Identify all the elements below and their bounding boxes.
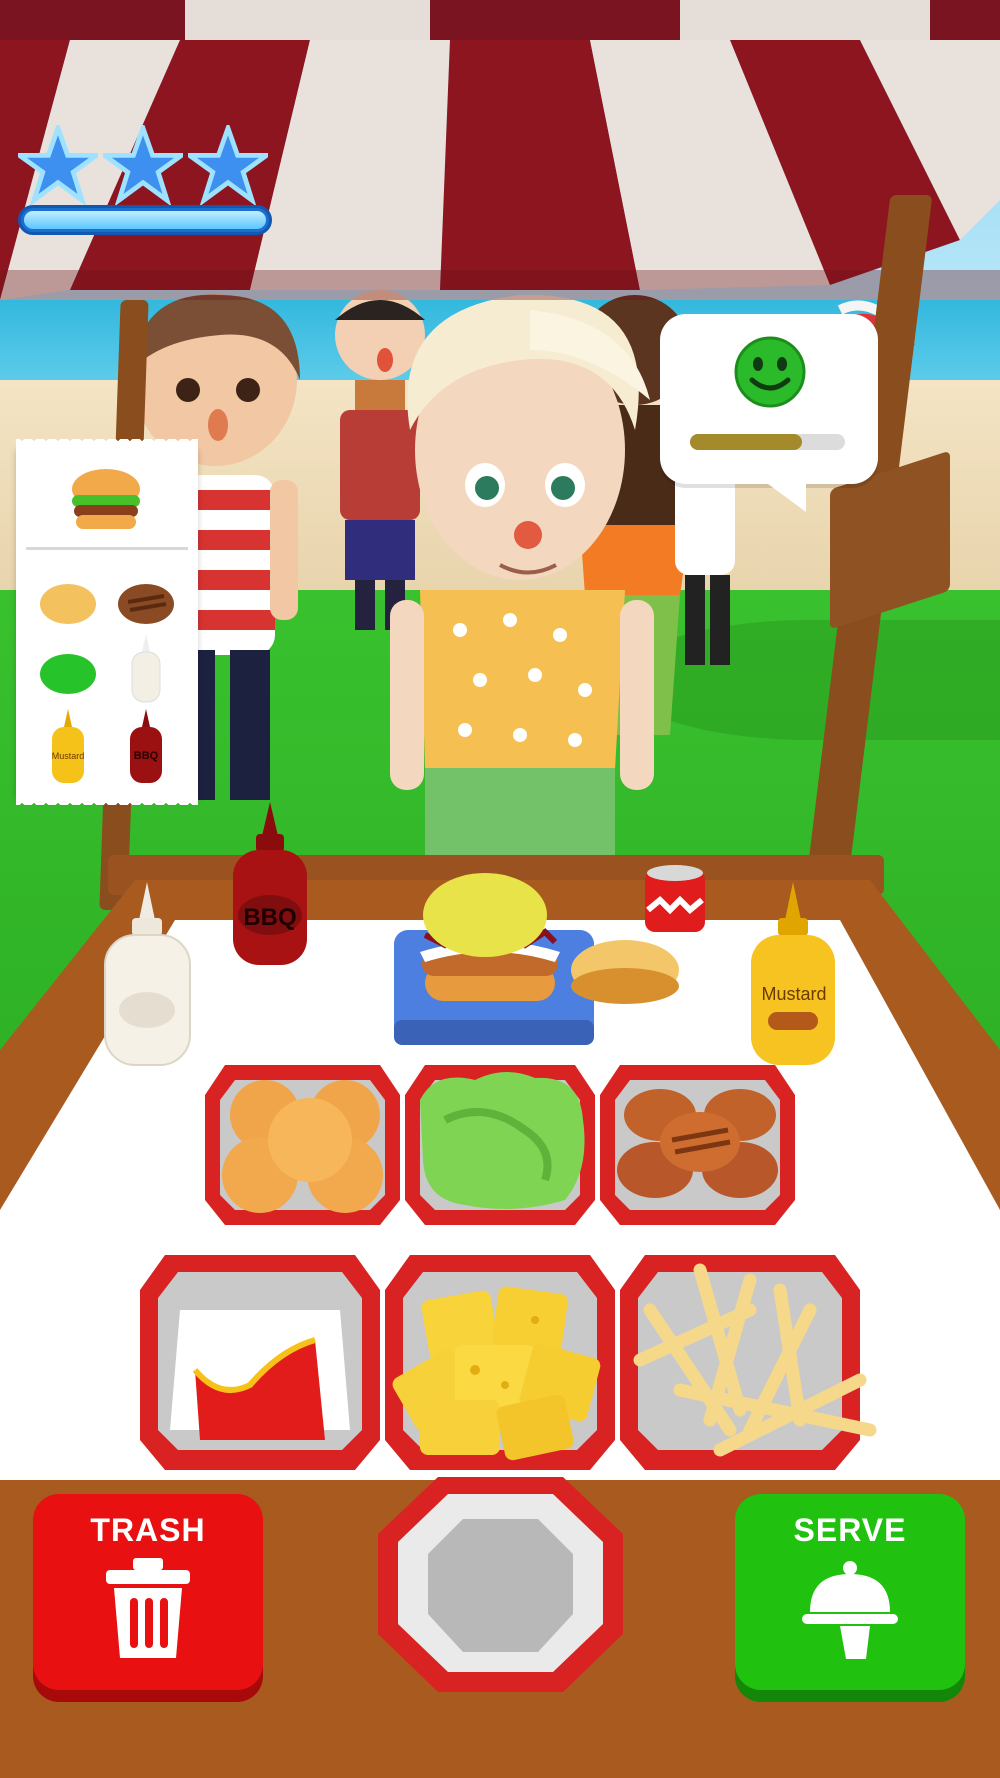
- level-progress-bar: [18, 205, 272, 235]
- patience-bar: [690, 434, 845, 450]
- trash-button-label: TRASH: [90, 1512, 206, 1548]
- fries-box-tray[interactable]: [140, 1250, 380, 1470]
- trash-button[interactable]: TRASH: [33, 1494, 263, 1690]
- star-icon-2: [103, 125, 183, 205]
- game-scene: Mustard BBQ BBQ Mustard TRASH SERVE: [0, 0, 1000, 1778]
- serve-button[interactable]: SERVE: [735, 1494, 965, 1690]
- patience-bar-fill: [690, 434, 802, 450]
- ticket-mustard-label: Mustard: [52, 751, 85, 761]
- star-icon-3: [188, 125, 268, 205]
- customer-blonde-woman: [390, 294, 654, 860]
- patty-tray[interactable]: [600, 1060, 795, 1225]
- serving-cloche-icon: [802, 1561, 898, 1659]
- bbq-sauce-bottle[interactable]: BBQ: [230, 800, 310, 970]
- stall-floor: [0, 1696, 1000, 1778]
- mayo-bottle[interactable]: [100, 880, 195, 1070]
- trash-can-icon: [106, 1558, 190, 1658]
- ticket-burger-icon: [72, 469, 140, 529]
- bbq-label: BBQ: [243, 904, 296, 931]
- ticket-bbq-icon: BBQ: [130, 709, 162, 783]
- cheese-tray[interactable]: [385, 1250, 615, 1470]
- bubble-tail: [760, 478, 806, 512]
- customer-mood-bubble: [660, 314, 878, 484]
- order-ticket: Mustard BBQ: [16, 439, 198, 805]
- ticket-lettuce-icon: [40, 654, 96, 694]
- serve-button-label: SERVE: [793, 1512, 907, 1548]
- ticket-patty-icon: [118, 584, 174, 624]
- star-icon-1: [18, 125, 98, 205]
- ticket-bun-icon: [40, 584, 96, 624]
- star-rating: [18, 125, 272, 240]
- empty-tray[interactable]: [378, 1474, 623, 1694]
- ticket-divider: [26, 547, 188, 550]
- ticket-mustard-icon: Mustard: [52, 709, 85, 783]
- assembly-board[interactable]: [390, 870, 690, 1050]
- happy-face-icon: [734, 336, 806, 408]
- mustard-label: Mustard: [761, 984, 826, 1004]
- bun-tray[interactable]: [205, 1060, 400, 1225]
- ticket-bbq-label: BBQ: [134, 750, 159, 762]
- ticket-mayo-icon: [131, 634, 161, 703]
- fries-tray[interactable]: [620, 1250, 880, 1470]
- burger-mustard-top: [423, 873, 547, 957]
- lettuce-tray[interactable]: [405, 1060, 595, 1225]
- mustard-bottle[interactable]: Mustard: [748, 880, 838, 1070]
- level-progress-fill: [24, 211, 266, 229]
